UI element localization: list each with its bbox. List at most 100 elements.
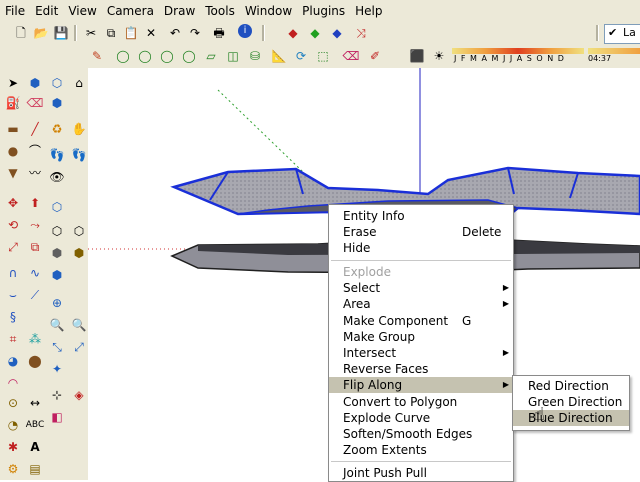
menu-item-entity-info[interactable]: Entity Info xyxy=(329,208,513,224)
arc-icon[interactable]: ⌒ xyxy=(26,142,44,160)
ruler-tool-icon[interactable]: 📐 xyxy=(270,47,288,65)
shadow-box-icon[interactable]: ⬛ xyxy=(408,47,426,65)
bezier-icon[interactable]: ∩ xyxy=(4,264,22,282)
menu-window[interactable]: Window xyxy=(240,0,297,22)
curve-edit-icon[interactable]: § xyxy=(4,308,22,326)
undo-icon[interactable]: ↶ xyxy=(166,24,184,42)
shadow-time-slider[interactable]: 04:37 xyxy=(588,48,640,64)
section-display-icon[interactable]: ◈ xyxy=(70,386,88,404)
redo-icon[interactable]: ↷ xyxy=(186,24,204,42)
rotate-icon[interactable]: ⟲ xyxy=(4,216,22,234)
color-wheel-icon[interactable]: ◕ xyxy=(4,352,22,370)
walls-icon[interactable]: ▤ xyxy=(26,460,44,478)
triangles-icon[interactable]: ⁂ xyxy=(26,330,44,348)
menu-camera[interactable]: Camera xyxy=(102,0,159,22)
zoom-window-icon[interactable]: ⊕ xyxy=(48,294,66,312)
pan-icon[interactable]: ✋ xyxy=(70,120,88,138)
menu-item-make-group[interactable]: Make Group xyxy=(329,329,513,345)
menu-help[interactable]: Help xyxy=(350,0,387,22)
paste-icon[interactable]: 📋 xyxy=(122,24,140,42)
scale-icon[interactable]: ⤢ xyxy=(4,238,22,256)
orbit-icon[interactable]: ♻ xyxy=(48,120,66,138)
textured-icon[interactable]: ⬢ xyxy=(70,244,88,262)
paint-bucket-icon[interactable]: ⛽ xyxy=(4,94,22,112)
wireframe-icon[interactable]: ⬡ xyxy=(48,222,66,240)
open-file-icon[interactable]: 📂 xyxy=(32,24,50,42)
next-view-icon[interactable]: ⤢ xyxy=(70,338,88,356)
zoom-extents-icon[interactable]: 🔍 xyxy=(70,316,88,334)
shaded-icon[interactable]: ⬢ xyxy=(48,244,66,262)
curve-icon[interactable]: ⌣ xyxy=(4,286,22,304)
menu-item-intersect[interactable]: Intersect ▶ xyxy=(329,345,513,361)
new-file-icon[interactable]: 🗋 xyxy=(12,24,30,42)
circle-tool-3-icon[interactable]: ◯ xyxy=(158,47,176,65)
followme-icon[interactable]: ⤳ xyxy=(26,216,44,234)
flip-tool-3-icon[interactable]: ◆ xyxy=(328,24,346,42)
menu-item-reverse-faces[interactable]: Reverse Faces xyxy=(329,361,513,377)
menu-item-convert-to-polygon[interactable]: Convert to Polygon xyxy=(329,394,513,410)
menu-item-zoom-extents[interactable]: Zoom Extents xyxy=(329,442,513,458)
print-icon[interactable]: 🖶 xyxy=(210,24,228,42)
line-icon[interactable]: ╱ xyxy=(26,120,44,138)
scale-tool-icon[interactable]: ⬚ xyxy=(314,47,332,65)
menu-item-area[interactable]: Area ▶ xyxy=(329,296,513,312)
section-cut-icon[interactable]: ◧ xyxy=(48,408,66,426)
circle-tool-4-icon[interactable]: ◯ xyxy=(180,47,198,65)
flip-tool-2-icon[interactable]: ◆ xyxy=(306,24,324,42)
menu-item-explode-curve[interactable]: Explode Curve xyxy=(329,410,513,426)
eraser-tool-icon[interactable]: ⌫ xyxy=(342,47,360,65)
menu-view[interactable]: View xyxy=(63,0,101,22)
shadow-month-slider[interactable]: J F M A M J J A S O N D xyxy=(452,48,584,64)
shadow-settings-icon[interactable]: ☀ xyxy=(430,47,448,65)
rotate-tool-icon[interactable]: ⟳ xyxy=(292,47,310,65)
menu-item-flip-along[interactable]: Flip Along ▶ xyxy=(329,377,513,393)
submenu-red-direction[interactable]: Red Direction xyxy=(513,378,629,394)
axes-icon[interactable]: ✱ xyxy=(4,438,22,456)
circle-icon[interactable]: ● xyxy=(4,142,22,160)
protractor-icon[interactable]: ◔ xyxy=(4,416,22,434)
pushpull-icon[interactable]: ⬆ xyxy=(26,194,44,212)
position-camera-icon[interactable]: ✦ xyxy=(48,360,66,378)
look-around-icon[interactable]: 👁 xyxy=(48,168,66,186)
menu-item-hide[interactable]: Hide xyxy=(329,240,513,256)
plugin-tool-icon[interactable]: ⤨ xyxy=(352,24,370,42)
spline-icon[interactable]: ∿ xyxy=(26,264,44,282)
copy-icon[interactable]: ⧉ xyxy=(102,24,120,42)
circle-tool-2-icon[interactable]: ◯ xyxy=(136,47,154,65)
extrude-tool-icon[interactable]: ◫ xyxy=(224,47,242,65)
menu-item-erase[interactable]: Erase Delete xyxy=(329,224,513,240)
menu-tools[interactable]: Tools xyxy=(200,0,240,22)
plane-tool-icon[interactable]: ▱ xyxy=(202,47,220,65)
move-icon[interactable]: ✥ xyxy=(4,194,22,212)
pencil-icon[interactable]: ✎ xyxy=(88,47,106,65)
footprints-icon[interactable]: 👣 xyxy=(70,146,88,164)
polygon-icon[interactable]: ▼ xyxy=(4,164,22,182)
rectangle-icon[interactable]: ▬ xyxy=(4,120,22,138)
previous-view-icon[interactable]: ⤡ xyxy=(48,338,66,356)
3dtext-icon[interactable]: A xyxy=(26,438,44,456)
menu-item-select[interactable]: Select ▶ xyxy=(329,280,513,296)
monochrome-icon[interactable]: ⬢ xyxy=(48,266,66,284)
hidden-line-icon[interactable]: ⬡ xyxy=(70,222,88,240)
info-icon[interactable]: i xyxy=(238,24,252,38)
tape-measure-icon[interactable]: ⊙ xyxy=(4,394,22,412)
dome-icon[interactable]: ◠ xyxy=(4,374,22,392)
menu-item-joint-push-pull[interactable]: Joint Push Pull xyxy=(329,465,513,481)
navigate-icon[interactable]: ⊹ xyxy=(48,386,66,404)
sphere-icon[interactable]: ⬤ xyxy=(26,352,44,370)
layer-selector[interactable]: ✔ La xyxy=(604,24,640,44)
submenu-green-direction[interactable]: Green Direction xyxy=(513,394,629,410)
component-icon[interactable]: ⬢ xyxy=(26,74,44,92)
bucket-tool-icon[interactable]: ⛁ xyxy=(246,47,264,65)
view-iso-icon[interactable]: ⬡ xyxy=(48,74,66,92)
offset-icon[interactable]: ⧉ xyxy=(26,238,44,256)
delete-icon[interactable]: ✕ xyxy=(142,24,160,42)
submenu-blue-direction[interactable]: Blue Direction xyxy=(513,410,629,426)
freehand-icon[interactable]: 〰 xyxy=(26,164,44,182)
section-plane-icon[interactable]: ⚙ xyxy=(4,460,22,478)
circle-tool-1-icon[interactable]: ◯ xyxy=(114,47,132,65)
walk-icon[interactable]: 👣 xyxy=(48,146,66,164)
view-front-icon[interactable]: ⬢ xyxy=(48,94,66,112)
text-icon[interactable]: ABC xyxy=(26,416,44,434)
cut-icon[interactable]: ✂ xyxy=(82,24,100,42)
